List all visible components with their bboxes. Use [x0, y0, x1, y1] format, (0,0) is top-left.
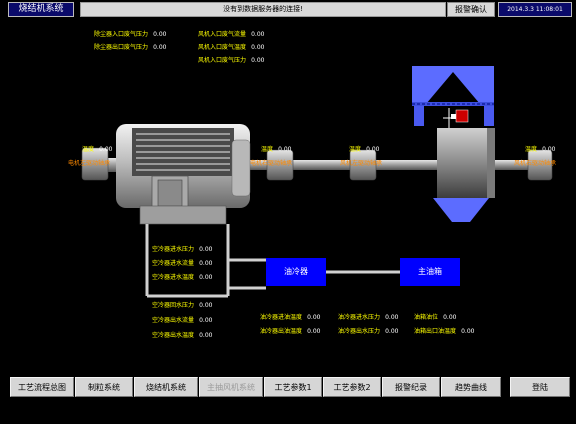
air-cooler-out-temp-value: 0.00 [199, 332, 213, 339]
temp-readout-2: 温度 0.00 [261, 136, 291, 155]
oil-out-water-pressure-value: 0.00 [385, 328, 399, 335]
temp-label-3: 温度 [349, 146, 362, 153]
temp-readout-3: 温度 0.00 [349, 136, 379, 155]
temp-value-4: 0.00 [542, 146, 556, 153]
oil-out-water-pressure-label: 油冷器出水压力 [338, 328, 381, 335]
nav-sintering-system[interactable]: 烧结机系统 [134, 377, 198, 397]
temp-value-1: 0.00 [99, 146, 113, 153]
air-cooler-in-temp-label: 空冷器进水温度 [152, 274, 195, 281]
damper-icon [443, 108, 469, 128]
tank-oil-temp-label: 油箱出口油温度 [414, 328, 457, 335]
oil-out-temp-value: 0.00 [307, 328, 321, 335]
electric-motor [116, 124, 251, 225]
nav-login[interactable]: 登陆 [510, 377, 570, 397]
oil-out-water-pressure-readout: 油冷器出水压力 0.00 [338, 318, 398, 337]
temp-value-2: 0.00 [278, 146, 292, 153]
temp-label-1: 温度 [82, 146, 95, 153]
fan-right-bearing-label: 风机右驱动轴承 [514, 160, 557, 167]
air-cooler-in-temp-value: 0.00 [199, 274, 213, 281]
nav-trend-curves[interactable]: 趋势曲线 [441, 377, 501, 397]
oil-cooler-box: 油冷器 [266, 258, 326, 286]
temp-readout-1: 温度 0.00 [82, 136, 112, 155]
nav-process-params-2[interactable]: 工艺参数2 [323, 377, 381, 397]
nav-process-overview[interactable]: 工艺流程总图 [10, 377, 74, 397]
temp-label-2: 温度 [261, 146, 274, 153]
motor-left-bearing-label: 电机左驱动轴承 [68, 160, 111, 167]
temp-label-4: 温度 [525, 146, 538, 153]
tank-oil-temp-value: 0.00 [461, 328, 475, 335]
main-oil-tank-box: 主油箱 [400, 258, 460, 286]
oil-out-temp-readout: 油冷器出油温度 0.00 [260, 318, 320, 337]
temp-readout-4: 温度 0.00 [525, 136, 555, 155]
main-exhaust-fan [412, 66, 495, 222]
nav-pelletizing-system[interactable]: 制粒系统 [75, 377, 133, 397]
temp-value-3: 0.00 [366, 146, 380, 153]
fan-left-bearing-label: 风机左驱动轴承 [340, 160, 383, 167]
motor-right-bearing-label: 电机右驱动轴承 [250, 160, 293, 167]
nav-alarm-records[interactable]: 报警纪录 [382, 377, 440, 397]
air-cooler-in-temp-readout: 空冷器进水温度 0.00 [152, 264, 212, 283]
nav-process-params-1[interactable]: 工艺参数1 [264, 377, 322, 397]
nav-main-fan-system[interactable]: 主抽风机系统 [199, 377, 263, 397]
tank-oil-temp-readout: 油箱出口油温度 0.00 [414, 318, 474, 337]
process-diagram [81, 66, 553, 298]
air-cooler-out-temp-readout: 空冷器出水温度 0.00 [152, 322, 212, 341]
air-cooler-out-temp-label: 空冷器出水温度 [152, 332, 195, 339]
oil-out-temp-label: 油冷器出油温度 [260, 328, 303, 335]
